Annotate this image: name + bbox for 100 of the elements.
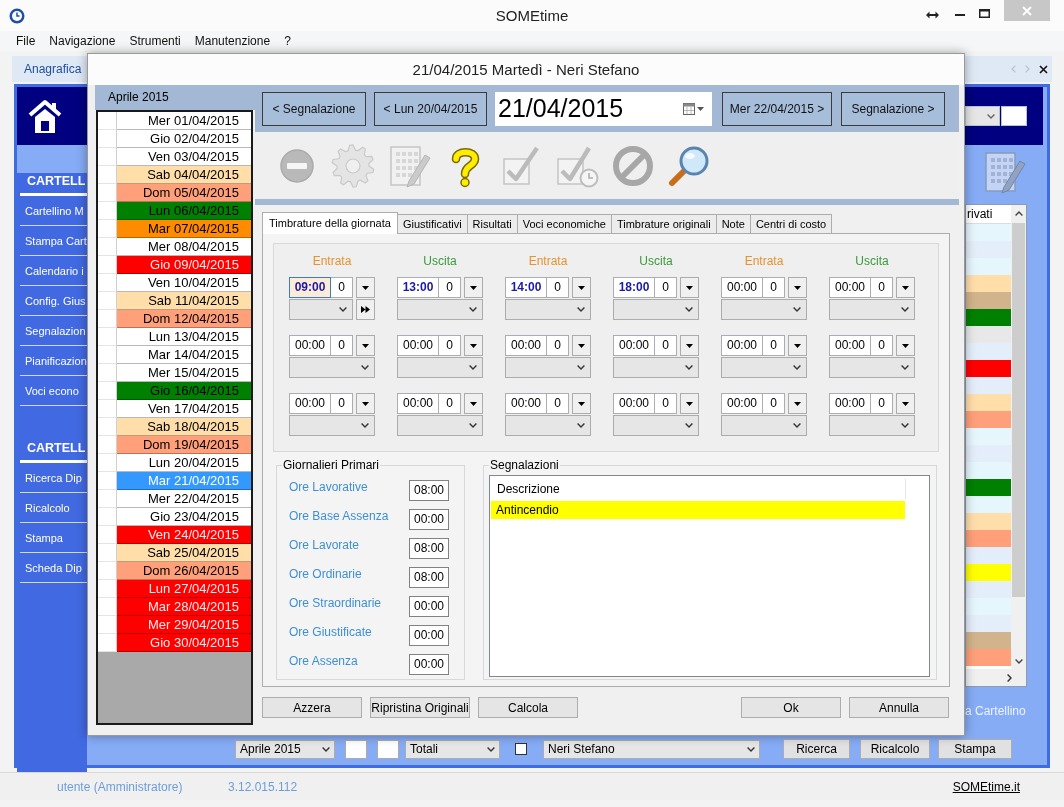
- day-cell[interactable]: Dom 19/04/2015: [117, 436, 251, 454]
- time-field[interactable]: 18:00: [613, 277, 655, 298]
- number-field[interactable]: 0: [547, 393, 569, 414]
- day-cell[interactable]: Lun 20/04/2015: [117, 454, 251, 472]
- time-field[interactable]: 09:00: [289, 277, 331, 298]
- tab[interactable]: Timbrature della giornata: [262, 212, 398, 234]
- action-button[interactable]: Azzera: [262, 697, 362, 718]
- number-field[interactable]: 0: [655, 393, 677, 414]
- day-cell[interactable]: Lun 13/04/2015: [117, 328, 251, 346]
- number-field[interactable]: 0: [547, 335, 569, 356]
- select-field[interactable]: [721, 299, 807, 320]
- select-field[interactable]: [613, 415, 699, 436]
- day-cell[interactable]: Gio 23/04/2015: [117, 508, 251, 526]
- day-cell[interactable]: Dom 05/04/2015: [117, 184, 251, 202]
- select-field[interactable]: [505, 299, 591, 320]
- select-field[interactable]: [613, 357, 699, 378]
- checkbox[interactable]: [515, 743, 527, 755]
- time-field[interactable]: 00:00: [289, 335, 331, 356]
- time-field[interactable]: 00:00: [409, 509, 449, 530]
- select-field[interactable]: [289, 299, 353, 320]
- select-field[interactable]: [397, 415, 483, 436]
- dropdown-button[interactable]: [680, 335, 699, 356]
- time-field[interactable]: 00:00: [829, 335, 871, 356]
- tab[interactable]: Timbrature originali: [610, 214, 717, 233]
- action-button[interactable]: Stampa: [938, 739, 1012, 759]
- maximize-icon[interactable]: [979, 9, 990, 18]
- day-cell[interactable]: Sab 18/04/2015: [117, 418, 251, 436]
- time-field[interactable]: 00:00: [409, 596, 449, 617]
- number-field[interactable]: 0: [763, 335, 785, 356]
- dropdown-button[interactable]: [464, 277, 483, 298]
- dropdown-button[interactable]: [788, 393, 807, 414]
- dropdown-button[interactable]: [896, 277, 915, 298]
- dropdown-button[interactable]: [572, 393, 591, 414]
- website-link[interactable]: SOMEtime.it: [952, 779, 1020, 794]
- day-cell[interactable]: Gio 16/04/2015: [117, 382, 251, 400]
- day-cell[interactable]: Mer 29/04/2015: [117, 616, 251, 634]
- tab[interactable]: Voci economiche: [516, 214, 612, 233]
- employee-select[interactable]: Neri Stefano: [543, 739, 760, 759]
- dropdown-button[interactable]: [572, 277, 591, 298]
- number-field[interactable]: 0: [655, 335, 677, 356]
- scrollbar-thumb[interactable]: [1012, 223, 1025, 597]
- time-field[interactable]: 00:00: [505, 393, 547, 414]
- dropdown-button[interactable]: [896, 393, 915, 414]
- close-button[interactable]: [1004, 0, 1050, 21]
- select-field[interactable]: [505, 415, 591, 436]
- day-cell[interactable]: Mer 01/04/2015: [117, 112, 251, 130]
- number-field[interactable]: 0: [439, 277, 461, 298]
- nav-button[interactable]: Mer 22/04/2015 >: [722, 91, 832, 126]
- document-tab[interactable]: Anagrafica: [24, 62, 82, 76]
- notepad-pencil-icon[interactable]: [982, 150, 1026, 194]
- view-select[interactable]: Totali: [405, 739, 500, 759]
- time-field[interactable]: 08:00: [409, 538, 449, 559]
- tab[interactable]: Centri di costo: [749, 214, 833, 233]
- list-row[interactable]: Antincendio: [491, 501, 905, 519]
- dropdown-button[interactable]: [356, 277, 375, 298]
- number-field[interactable]: 0: [547, 277, 569, 298]
- select-field[interactable]: [721, 357, 807, 378]
- day-cell[interactable]: Dom 26/04/2015: [117, 562, 251, 580]
- day-cell[interactable]: Sab 25/04/2015: [117, 544, 251, 562]
- day-cell[interactable]: Mar 07/04/2015: [117, 220, 251, 238]
- menu-item[interactable]: Manutenzione: [189, 34, 276, 48]
- number-field[interactable]: 0: [331, 335, 353, 356]
- tab[interactable]: Risultati: [466, 214, 518, 233]
- nav-button[interactable]: Segnalazione >: [841, 91, 945, 126]
- input-field[interactable]: [345, 739, 367, 759]
- number-field[interactable]: 0: [871, 277, 893, 298]
- day-cell[interactable]: Mer 15/04/2015: [117, 364, 251, 382]
- day-cell[interactable]: Lun 27/04/2015: [117, 580, 251, 598]
- day-cell[interactable]: Ven 03/04/2015: [117, 148, 251, 166]
- day-cell[interactable]: Gio 02/04/2015: [117, 130, 251, 148]
- scrollbar[interactable]: [966, 669, 1026, 686]
- dropdown-button[interactable]: [464, 335, 483, 356]
- calendar-icon[interactable]: [683, 102, 695, 115]
- dropdown-button[interactable]: [788, 277, 807, 298]
- dropdown-button[interactable]: [788, 335, 807, 356]
- action-button[interactable]: Ricerca: [783, 739, 850, 759]
- time-field[interactable]: 08:00: [409, 480, 449, 501]
- time-field[interactable]: 00:00: [721, 277, 763, 298]
- select-field[interactable]: [397, 299, 483, 320]
- action-button[interactable]: Ricalcolo: [860, 739, 930, 759]
- select-field[interactable]: [613, 299, 699, 320]
- day-cell[interactable]: Mar 28/04/2015: [117, 598, 251, 616]
- dropdown-button[interactable]: [464, 393, 483, 414]
- select-field[interactable]: [829, 357, 915, 378]
- fast-forward-button[interactable]: [356, 299, 375, 320]
- number-field[interactable]: 0: [655, 277, 677, 298]
- number-field[interactable]: 0: [331, 393, 353, 414]
- number-field[interactable]: 0: [763, 277, 785, 298]
- input-field[interactable]: [1001, 106, 1027, 126]
- double-arrow-icon[interactable]: [926, 11, 939, 19]
- time-field[interactable]: 00:00: [409, 654, 449, 675]
- day-cell[interactable]: Mer 08/04/2015: [117, 238, 251, 256]
- select-field[interactable]: [397, 357, 483, 378]
- number-field[interactable]: 0: [871, 335, 893, 356]
- select-field[interactable]: [289, 415, 375, 436]
- time-field[interactable]: 00:00: [289, 393, 331, 414]
- day-cell[interactable]: Lun 06/04/2015: [117, 202, 251, 220]
- nav-button[interactable]: < Segnalazione: [262, 91, 366, 126]
- dropdown-button[interactable]: [356, 393, 375, 414]
- menu-item[interactable]: Strumenti: [124, 34, 186, 48]
